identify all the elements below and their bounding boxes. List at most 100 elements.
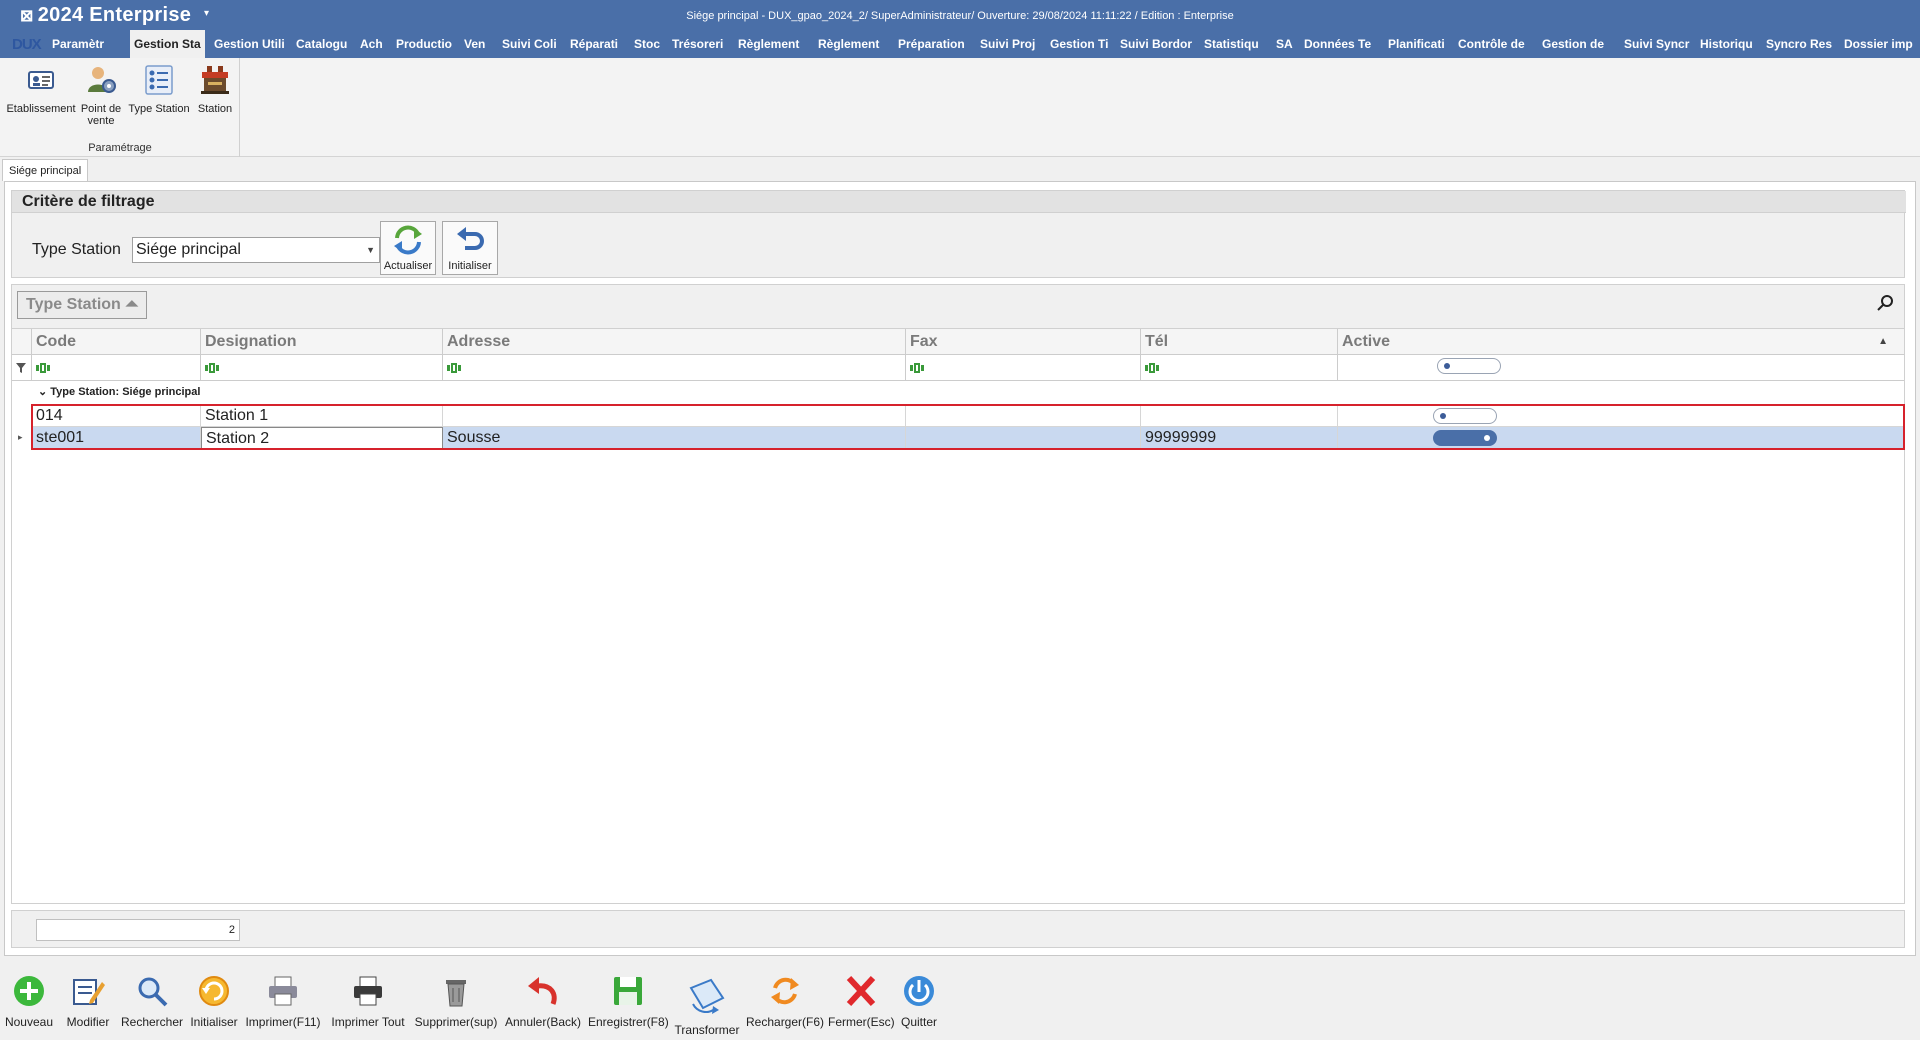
initialiser-button[interactable]: Initialiser — [188, 974, 240, 1029]
filter-cell-adresse[interactable] — [443, 355, 906, 381]
actualiser-button[interactable]: Actualiser — [380, 221, 436, 275]
column-header-active-label: Active — [1342, 333, 1391, 350]
cell-code[interactable]: 014 — [32, 405, 201, 427]
reset-icon — [199, 976, 229, 1006]
menu-item-catalogue[interactable]: Catalogu — [292, 30, 351, 58]
column-header-active[interactable]: Active ▲ — [1338, 329, 1904, 355]
group-row-siege-principal[interactable]: ⌄ Type Station: Siége principal — [32, 381, 1904, 403]
tab-siege-principal[interactable]: Siége principal — [2, 159, 89, 181]
find-icon[interactable] — [1876, 293, 1896, 313]
initialiser-label: Initialiser — [190, 1015, 238, 1029]
column-header-designation[interactable]: Designation — [201, 329, 443, 355]
cell-active[interactable] — [1338, 405, 1904, 427]
group-by-type-station-chip[interactable]: Type Station ⏶ — [17, 291, 148, 319]
toggle-knob — [1444, 363, 1450, 369]
quitter-label: Quitter — [900, 1015, 937, 1029]
etablissement-button[interactable]: Etablissement — [6, 64, 76, 115]
nouveau-button[interactable]: Nouveau — [4, 974, 54, 1029]
modifier-button[interactable]: Modifier — [62, 974, 114, 1029]
initialiser-filter-button[interactable]: Initialiser — [442, 221, 498, 275]
rechercher-button[interactable]: Rechercher — [120, 974, 184, 1029]
menu-item-suivi-sync[interactable]: Suivi Syncr — [1620, 30, 1693, 58]
filter-cell-fax[interactable] — [906, 355, 1141, 381]
cell-fax[interactable] — [906, 405, 1141, 427]
ribbon: Etablissement Point de vente Type Statio… — [0, 58, 1920, 157]
filter-cell-code[interactable] — [32, 355, 201, 381]
annuler-label: Annuler(Back) — [504, 1015, 582, 1029]
menu-item-parametres[interactable]: Paramètr — [48, 30, 108, 58]
menu-item-statistiques[interactable]: Statistiqu — [1200, 30, 1263, 58]
rechercher-label: Rechercher — [120, 1015, 184, 1029]
chevron-down-icon[interactable]: ▼ — [366, 238, 375, 262]
close-icon — [846, 975, 876, 1007]
menu-item-syncro-res[interactable]: Syncro Res — [1762, 30, 1836, 58]
menu-item-reglement-1[interactable]: Règlement — [734, 30, 803, 58]
imprimer-button[interactable]: Imprimer(F11) — [244, 974, 322, 1029]
cell-adresse[interactable] — [443, 405, 906, 427]
cell-tel[interactable] — [1141, 405, 1338, 427]
group-row-label: Type Station: Siége principal — [50, 386, 201, 398]
transformer-button[interactable]: Transformer — [672, 974, 742, 1037]
menu-item-suivi-projet[interactable]: Suivi Proj — [976, 30, 1039, 58]
active-toggle[interactable] — [1433, 408, 1497, 424]
cell-designation[interactable]: Station 2 — [201, 427, 443, 449]
cell-fax[interactable] — [906, 427, 1141, 449]
annuler-button[interactable]: Annuler(Back) — [504, 974, 582, 1029]
recharger-button[interactable]: Recharger(F6) — [746, 974, 824, 1029]
menu-item-gestion-station[interactable]: Gestion Sta — [130, 30, 205, 58]
menu-item-gestion-ti[interactable]: Gestion Ti — [1046, 30, 1112, 58]
filter-condition-icon — [205, 363, 219, 373]
etablissement-label: Etablissement — [6, 103, 76, 115]
active-toggle[interactable] — [1433, 430, 1497, 446]
actualiser-label: Actualiser — [383, 260, 433, 272]
menu-item-historique[interactable]: Historiqu — [1696, 30, 1757, 58]
cell-code[interactable]: ste001 — [32, 427, 201, 449]
grid-footer: 2 — [11, 910, 1905, 948]
type-station-combo[interactable]: Siége principal ▼ — [132, 237, 380, 263]
menu-item-reglement-2[interactable]: Règlement — [814, 30, 883, 58]
table-row[interactable]: ste001 Station 2 Sousse 99999999 — [32, 427, 1904, 449]
menu-item-tresorerie[interactable]: Trésoreri — [668, 30, 727, 58]
menu-item-sa[interactable]: SA — [1272, 30, 1297, 58]
fermer-button[interactable]: Fermer(Esc) — [828, 974, 895, 1029]
cell-tel[interactable]: 99999999 — [1141, 427, 1338, 449]
point-de-vente-button[interactable]: Point de vente — [78, 64, 124, 127]
menu-item-gestion-utilisateurs[interactable]: Gestion Utili — [210, 30, 289, 58]
column-header-code[interactable]: Code — [32, 329, 201, 355]
filter-cell-tel[interactable] — [1141, 355, 1338, 381]
supprimer-button[interactable]: Supprimer(sup) — [414, 974, 498, 1029]
column-header-tel[interactable]: Tél — [1141, 329, 1338, 355]
quitter-button[interactable]: Quitter — [898, 974, 940, 1029]
column-header-adresse[interactable]: Adresse — [443, 329, 906, 355]
menu-item-reparation[interactable]: Réparati — [566, 30, 622, 58]
station-button[interactable]: Station — [194, 64, 236, 115]
column-header-fax[interactable]: Fax — [906, 329, 1141, 355]
menu-item-dossier-import[interactable]: Dossier imp — [1840, 30, 1917, 58]
chevron-down-icon[interactable]: ⌄ — [38, 386, 47, 398]
cell-adresse[interactable]: Sousse — [443, 427, 906, 449]
menu-item-controle[interactable]: Contrôle de — [1454, 30, 1529, 58]
filter-cell-active[interactable] — [1338, 355, 1904, 381]
menu-item-preparation[interactable]: Préparation — [894, 30, 969, 58]
table-row[interactable]: 014 Station 1 — [32, 405, 1904, 427]
menu-item-achat[interactable]: Ach — [356, 30, 387, 58]
menu-item-stock[interactable]: Stoc — [630, 30, 664, 58]
menu-item-planification[interactable]: Planificati — [1384, 30, 1449, 58]
enregistrer-button[interactable]: Enregistrer(F8) — [588, 974, 669, 1029]
cell-designation[interactable]: Station 1 — [201, 405, 443, 427]
menu-item-suivi-bordereau[interactable]: Suivi Bordor — [1116, 30, 1196, 58]
type-station-button[interactable]: Type Station — [126, 64, 192, 115]
filter-cell-designation[interactable] — [201, 355, 443, 381]
ribbon-group-parametrage: Etablissement Point de vente Type Statio… — [0, 58, 240, 157]
menu-item-vente[interactable]: Ven — [460, 30, 489, 58]
menu-item-production[interactable]: Productio — [392, 30, 456, 58]
imprimer-tout-label: Imprimer Tout — [331, 1015, 405, 1029]
menu-item-gestion-de[interactable]: Gestion de — [1538, 30, 1608, 58]
imprimer-tout-button[interactable]: Imprimer Tout — [328, 974, 408, 1029]
active-filter-toggle[interactable] — [1437, 358, 1501, 374]
funnel-icon — [16, 363, 26, 373]
menu-item-donnees[interactable]: Données Te — [1300, 30, 1375, 58]
menu-item-suivi-colis[interactable]: Suivi Coli — [498, 30, 561, 58]
station-label: Station — [197, 103, 233, 115]
cell-active[interactable] — [1338, 427, 1904, 449]
